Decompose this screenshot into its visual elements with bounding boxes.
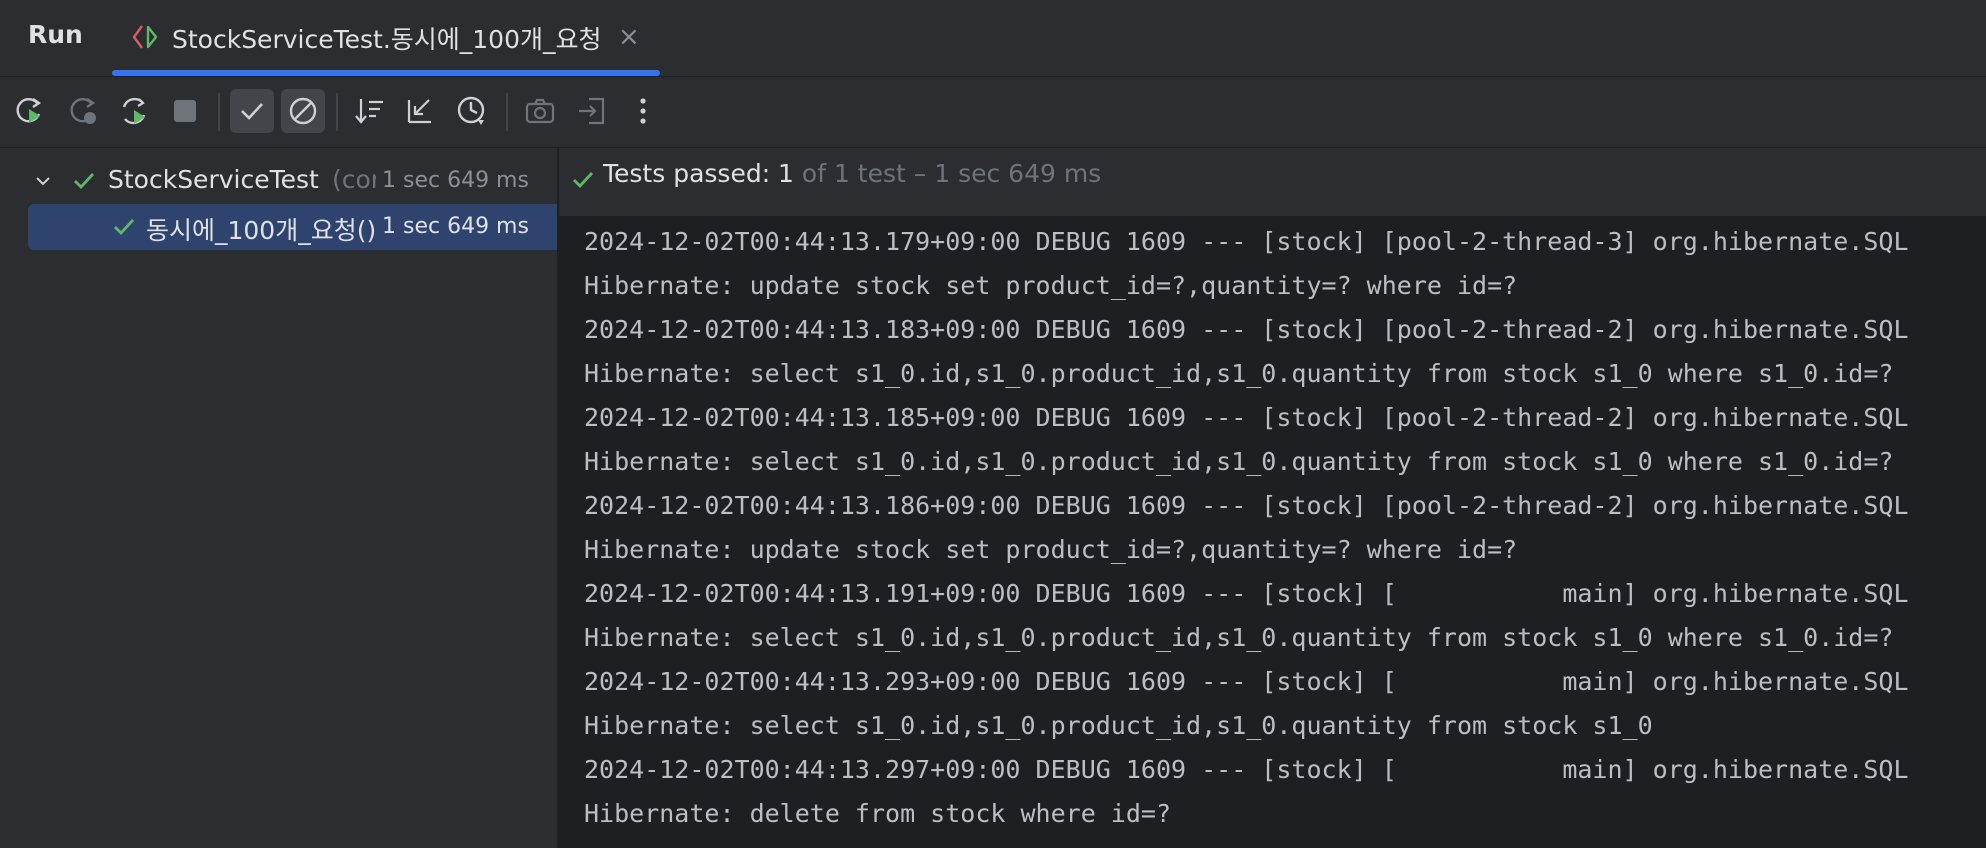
show-passed-icon[interactable] (230, 89, 274, 133)
check-icon (573, 172, 594, 189)
tests-passed-detail: of 1 test – 1 sec 649 ms (793, 159, 1102, 188)
tree-item-duration: 1 sec 649 ms (382, 168, 529, 193)
chevron-down-icon[interactable] (34, 172, 52, 190)
stop-icon[interactable] (163, 89, 207, 133)
log-line: Hibernate: update stock set product_id=?… (584, 535, 1518, 564)
log-line: Hibernate: select s1_0.id,s1_0.product_i… (584, 623, 1894, 652)
check-icon (114, 219, 135, 236)
tab-title: StockServiceTest.동시에_100개_요청 (172, 25, 602, 54)
close-icon[interactable]: × (618, 22, 640, 52)
more-icon[interactable] (621, 89, 665, 133)
log-line: 2024-12-02T00:44:13.183+09:00 DEBUG 1609… (584, 315, 1909, 344)
import-icon[interactable] (570, 89, 614, 133)
log-line: Hibernate: delete from stock where id=? (584, 799, 1171, 828)
camera-icon[interactable] (518, 89, 562, 133)
log-line: 2024-12-02T00:44:13.186+09:00 DEBUG 1609… (584, 491, 1909, 520)
rerun-failed-icon[interactable] (62, 89, 106, 133)
log-line: 2024-12-02T00:44:13.297+09:00 DEBUG 1609… (584, 755, 1909, 784)
test-status-bar: Tests passed: 1 of 1 test – 1 sec 649 ms (559, 148, 1986, 216)
collapse-icon[interactable] (398, 89, 442, 133)
test-tree: StockServiceTest (com 1 sec 649 ms 동시에_1… (0, 148, 557, 848)
tree-item-package: (com (332, 165, 376, 194)
test-status-text: Tests passed: 1 of 1 test – 1 sec 649 ms (603, 159, 1101, 188)
tab-run-configuration[interactable]: StockServiceTest.동시에_100개_요청 × (112, 0, 660, 76)
test-run-icon (132, 25, 158, 49)
run-label[interactable]: Run (28, 20, 83, 49)
tree-item-test-method[interactable]: 동시에_100개_요청() 1 sec 649 ms (28, 204, 557, 250)
check-icon (74, 173, 95, 190)
active-tab-indicator (112, 70, 660, 76)
toggle-auto-test-icon[interactable] (112, 89, 156, 133)
history-icon[interactable] (450, 89, 494, 133)
toolbar-separator (336, 93, 338, 131)
log-line: Hibernate: select s1_0.id,s1_0.product_i… (584, 447, 1894, 476)
log-line: 2024-12-02T00:44:13.179+09:00 DEBUG 1609… (584, 227, 1909, 256)
run-tool-window-header: Run StockServiceTest.동시에_100개_요청 × (0, 0, 1986, 77)
log-line: 2024-12-02T00:44:13.293+09:00 DEBUG 1609… (584, 667, 1909, 696)
toolbar-separator (506, 93, 508, 131)
log-line: 2024-12-02T00:44:13.185+09:00 DEBUG 1609… (584, 403, 1909, 432)
tree-item-label: StockServiceTest (108, 165, 319, 194)
log-line: 2024-12-02T00:44:13.191+09:00 DEBUG 1609… (584, 579, 1909, 608)
log-line: Hibernate: select s1_0.id,s1_0.product_i… (584, 359, 1894, 388)
tree-item-duration: 1 sec 649 ms (382, 214, 529, 239)
log-line: Hibernate: select s1_0.id,s1_0.product_i… (584, 711, 1653, 740)
sort-icon[interactable] (348, 89, 392, 133)
test-toolbar (0, 77, 1986, 148)
tree-item-stock-service-test[interactable]: StockServiceTest (com 1 sec 649 ms (0, 158, 557, 204)
console-output[interactable]: 2024-12-02T00:44:13.179+09:00 DEBUG 1609… (559, 216, 1986, 848)
log-line: Hibernate: update stock set product_id=?… (584, 271, 1518, 300)
toolbar-separator (218, 93, 220, 131)
tree-item-label: 동시에_100개_요청() (146, 216, 377, 245)
rerun-icon[interactable] (8, 89, 52, 133)
show-ignored-icon[interactable] (281, 89, 325, 133)
tests-passed-label: Tests passed: 1 (603, 159, 794, 188)
